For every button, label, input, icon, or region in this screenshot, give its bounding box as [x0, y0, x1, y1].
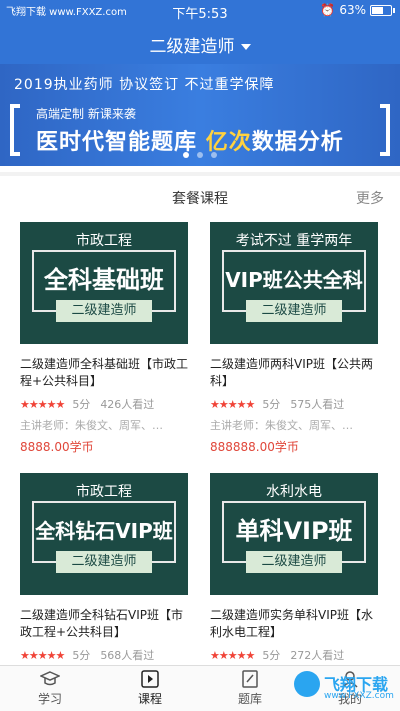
- course-teacher: 主讲老师：朱俊文、周军、…: [210, 419, 353, 432]
- graduation-cap-icon: [40, 671, 60, 686]
- course-views: 426人看过: [100, 398, 155, 411]
- section-title: 套餐课程: [172, 191, 228, 207]
- course-meta: ★★★★★ 5分 272人看过: [210, 647, 390, 663]
- status-right: ⏰ 63%: [320, 3, 395, 17]
- play-icon: [141, 670, 159, 688]
- course-name: 二级建造师全科钻石VIP班【市政工程+公共科目】: [20, 608, 183, 639]
- battery-percent: 63%: [339, 3, 366, 17]
- course-card[interactable]: 市政工程 全科基础班 二级建造师 二级建造师全科基础班【市政工程+公共科目】 ★…: [20, 222, 200, 455]
- app-header: 二级建造师: [0, 22, 400, 64]
- carousel-dot[interactable]: [197, 152, 203, 158]
- course-views: 575人看过: [290, 398, 345, 411]
- battery-icon: [370, 4, 395, 16]
- course-name: 二级建造师实务单科VIP班【水利水电工程】: [210, 608, 373, 639]
- promo-banner[interactable]: 2019执业药师 协议签订 不过重学保障 高端定制 新课来袭 医时代智能题库 亿…: [0, 64, 400, 166]
- course-thumbnail: 市政工程 全科基础班 二级建造师: [20, 222, 188, 344]
- alarm-icon: ⏰: [320, 3, 336, 17]
- course-card[interactable]: 市政工程 全科钻石VIP班 二级建造师 二级建造师全科钻石VIP班【市政工程+公…: [20, 473, 200, 663]
- battery-fill: [372, 6, 383, 14]
- status-bar: 飞翔下载 www.FXXZ.com 下午5:53 ⏰ 63%: [0, 0, 400, 22]
- star-rating-icon: ★★★★★: [20, 648, 65, 662]
- star-rating-icon: ★★★★★: [210, 397, 255, 411]
- course-rating: 5分: [72, 398, 91, 411]
- tab-study[interactable]: 学习: [0, 666, 100, 711]
- thumb-main-text: VIP班公共全科: [225, 268, 363, 292]
- course-rating: 5分: [262, 649, 281, 662]
- carousel-dot[interactable]: [183, 152, 189, 158]
- course-thumbnail: 考试不过 重学两年 VIP班公共全科 二级建造师: [210, 222, 378, 344]
- course-views: 272人看过: [290, 649, 345, 662]
- course-card[interactable]: 水利水电 单科VIP班 二级建造师 二级建造师实务单科VIP班【水利水电工程】 …: [210, 473, 390, 663]
- course-teacher: 主讲老师：朱俊文、周军、…: [20, 419, 163, 432]
- banner-bracket-right: [380, 104, 390, 156]
- course-rating: 5分: [262, 398, 281, 411]
- thumb-main-text: 单科VIP班: [235, 517, 353, 545]
- course-name: 二级建造师全科基础班【市政工程+公共科目】: [20, 357, 189, 388]
- course-price: 8888.00学币: [20, 440, 94, 454]
- course-price: 888888.00学币: [210, 440, 299, 454]
- thumb-top-text: 水利水电: [266, 484, 322, 500]
- thumb-top-text: 市政工程: [76, 484, 132, 500]
- banner-bracket-left: [10, 104, 20, 156]
- thumb-main-text: 全科基础班: [44, 266, 164, 294]
- edit-icon: [242, 670, 258, 688]
- tab-label: 课程: [137, 692, 162, 706]
- course-meta: ★★★★★ 5分 426人看过: [20, 396, 200, 412]
- thumb-top-text: 市政工程: [76, 233, 132, 249]
- watermark-logo-icon: [294, 671, 320, 697]
- tab-label: 题库: [237, 692, 262, 706]
- course-meta: ★★★★★ 5分 568人看过: [20, 647, 200, 663]
- course-name: 二级建造师两科VIP班【公共两科】: [210, 357, 373, 388]
- course-thumbnail: 水利水电 单科VIP班 二级建造师: [210, 473, 378, 595]
- tab-courses[interactable]: 课程: [100, 666, 200, 711]
- thumb-label: 二级建造师: [246, 551, 342, 573]
- thumb-label: 二级建造师: [56, 551, 152, 573]
- more-link[interactable]: 更多: [356, 188, 384, 208]
- course-thumbnail: 市政工程 全科钻石VIP班 二级建造师: [20, 473, 188, 595]
- star-rating-icon: ★★★★★: [20, 397, 65, 411]
- course-meta: ★★★★★ 5分 575人看过: [210, 396, 390, 412]
- page-title: 二级建造师: [149, 37, 235, 57]
- exam-selector[interactable]: 二级建造师: [150, 32, 251, 57]
- course-rating: 5分: [72, 649, 91, 662]
- thumb-label: 二级建造师: [56, 300, 152, 322]
- thumb-top-text: 考试不过 重学两年: [235, 233, 353, 249]
- watermark-url: www.FXXZ.com: [324, 691, 394, 701]
- carousel-dot[interactable]: [211, 152, 217, 158]
- caret-down-icon: [240, 44, 251, 50]
- thumb-label: 二级建造师: [246, 300, 342, 322]
- section-header: 套餐课程 更多: [0, 176, 400, 216]
- tab-question-bank[interactable]: 题库: [200, 666, 300, 711]
- thumb-main-text: 全科钻石VIP班: [35, 519, 173, 543]
- star-rating-icon: ★★★★★: [210, 648, 255, 662]
- banner-sub-text: 高端定制 新课来袭: [36, 107, 136, 121]
- tab-label: 学习: [37, 692, 62, 706]
- watermark: 飞翔下载 www.FXXZ.com: [294, 667, 394, 707]
- course-card[interactable]: 考试不过 重学两年 VIP班公共全科 二级建造师 二级建造师两科VIP班【公共两…: [210, 222, 390, 455]
- carousel-dots[interactable]: [0, 152, 400, 158]
- course-views: 568人看过: [100, 649, 155, 662]
- banner-top-text: 2019执业药师 协议签订 不过重学保障: [14, 77, 275, 93]
